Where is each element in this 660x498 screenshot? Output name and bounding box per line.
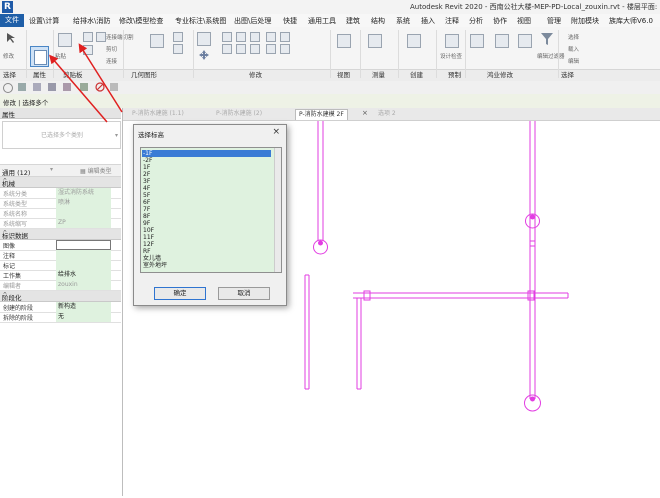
level-item[interactable]: 11F — [143, 234, 154, 241]
level-item-selected[interactable]: -1F — [142, 150, 271, 157]
level-item[interactable]: 1F — [143, 164, 150, 171]
level-item[interactable]: -2F — [143, 157, 152, 164]
level-item[interactable]: 9F — [143, 220, 150, 227]
select-level-dialog: 选择标高 × -1F -2F 1F 2F 3F 4F 5F 6F 7F 8F 9… — [133, 124, 287, 306]
level-item[interactable]: 8F — [143, 213, 150, 220]
level-item[interactable]: 4F — [143, 185, 150, 192]
list-scrollbar[interactable] — [274, 148, 281, 272]
level-item[interactable]: RF — [143, 248, 151, 255]
level-item[interactable]: 女儿墙 — [143, 255, 161, 262]
red-arrows-overlay — [49, 43, 123, 123]
level-item[interactable]: 室外地坪 — [143, 262, 167, 269]
level-item[interactable]: 3F — [143, 178, 150, 185]
ok-button[interactable]: 确定 — [154, 287, 206, 300]
level-item[interactable]: 12F — [143, 241, 154, 248]
level-item[interactable]: 5F — [143, 192, 150, 199]
red-arrow — [49, 54, 108, 123]
level-item[interactable]: 7F — [143, 206, 150, 213]
level-list[interactable]: -1F -2F 1F 2F 3F 4F 5F 6F 7F 8F 9F 10F 1… — [140, 147, 282, 273]
close-icon[interactable]: × — [272, 127, 280, 137]
level-item[interactable]: 10F — [143, 227, 154, 234]
dialog-title: 选择标高 — [138, 131, 164, 139]
cancel-button[interactable]: 取消 — [218, 287, 270, 300]
level-item[interactable]: 2F — [143, 171, 150, 178]
red-arrow — [78, 43, 123, 113]
level-item[interactable]: 6F — [143, 199, 150, 206]
